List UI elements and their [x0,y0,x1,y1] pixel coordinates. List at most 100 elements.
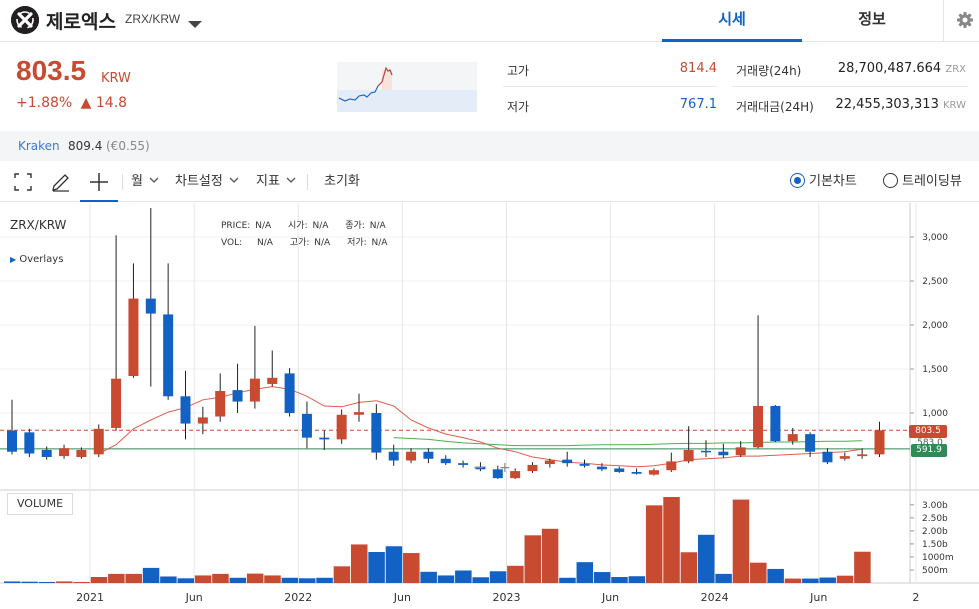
volume-bar [680,552,698,583]
volume-tick-label: 3.00b [922,501,948,511]
volume-bar [56,581,73,583]
candle-body [388,451,399,461]
volume-tick-label: 2.50b [922,514,948,524]
chart-toolbar: 월 차트설정 지표 초기화 기본차트 트레이딩뷰 [0,162,979,202]
chevron-down-icon[interactable] [188,14,202,33]
volume-bar [73,581,90,583]
volume-bar [212,573,229,583]
candle-body [284,373,295,413]
volume-bar [264,575,281,583]
crosshair-icon[interactable] [80,162,118,202]
volume-bar [611,577,628,583]
volume-bar [663,497,680,583]
volume-bar [472,577,489,583]
zoom-in-icon[interactable]: + [499,461,511,475]
candle-body [753,405,764,448]
volume-bar [194,575,212,583]
volume-bar [455,570,472,583]
high-label-chart: 고가: [289,238,310,248]
volume-bar [437,575,455,583]
candle-body [180,396,191,424]
volume-bar [142,567,160,583]
close-label: 종가: [345,221,365,231]
zoom-out-icon[interactable]: − [473,461,485,475]
tab-info[interactable]: 정보 [802,0,942,42]
indicators-label: 지표 [256,174,280,189]
candle-body [41,449,52,457]
close-value: N/A [369,221,386,231]
current-price: 803.5 [16,55,87,86]
volume-unit: ZRX [945,64,966,75]
volume-bar [38,581,56,583]
volume-bar [21,581,38,583]
volume-bar [593,572,611,583]
zoom-controls: − + [471,461,513,477]
ohlc-legend-row-2: VOL: N/A 고가: N/A 저가: N/A [221,235,387,248]
gear-icon[interactable] [943,0,979,42]
candle-body [544,460,555,465]
high-value: 814.4 [679,61,717,76]
y-tick-label: 2,000 [922,321,948,331]
volume-bar [489,571,507,583]
candle-body [839,456,850,459]
divider [307,174,308,190]
ma-short-line [98,386,863,468]
volume-bar [507,565,524,583]
volume-bar [819,577,836,583]
amount-value: 22,455,303,313 KRW [800,97,966,112]
candle-body [631,471,642,474]
candlesticks [7,207,885,479]
volume-tick-label: 1000m [922,553,954,563]
volume-bar [732,499,750,583]
volume-bar [351,544,368,583]
volume-bar [4,581,21,583]
price-chart[interactable]: 3,000 2,500 2,000 1,500 1,000 3.00b 2.50b 2.00b… [0,203,979,609]
volume-tick-label: 1.50b [922,540,948,550]
high-value-chart: N/A [314,238,331,248]
chart-settings-label: 차트설정 [175,174,223,189]
candle-body [267,377,278,384]
candle-body [371,413,382,453]
volume-bar [403,553,420,583]
candle-body [111,378,122,428]
basic-chart-label: 기본차트 [809,174,857,189]
price-unit: KRW [101,71,131,86]
vol-label: VOL: [221,238,243,248]
candle-body [874,430,885,455]
exchange-name[interactable]: Kraken [18,139,60,153]
pencil-icon[interactable] [50,162,72,202]
overlays-toggle[interactable]: ▶ Overlays [10,254,63,265]
candle-body [163,314,174,397]
basic-chart-radio[interactable]: 기본차트 [790,162,857,202]
exchange-price: 809.4 [68,139,103,153]
amount-unit: KRW [943,100,966,111]
volume-bar [541,528,559,583]
candle-body [787,434,798,442]
volume-title: VOLUME [7,493,73,515]
candle-body [596,466,607,470]
candle-body [197,417,208,424]
candle-body [614,468,625,472]
x-tick-label: 2023 [492,591,520,604]
candle-body [7,430,17,452]
fullscreen-icon[interactable] [13,162,33,202]
period-dropdown[interactable]: 월 [131,162,159,202]
volume-bar [767,568,784,583]
volume-value: 28,700,487.664 ZRX [800,61,966,76]
x-tick-label: Jun [185,591,203,604]
candle-body [319,437,330,440]
change-absolute: ▲ 14.8 [80,95,128,111]
candle-body [423,451,434,459]
y-tick-label: 3,000 [922,233,948,243]
tab-quote[interactable]: 시세 [662,0,802,42]
y-tick-label: 1,500 [922,365,948,375]
indicators-dropdown[interactable]: 지표 [256,162,296,202]
volume-bar [298,578,316,583]
chart-settings-dropdown[interactable]: 차트설정 [175,162,239,202]
ma-green-tag: 591.9 [911,444,947,457]
volume-bar [125,573,142,583]
volume-bar [333,566,351,583]
reset-button[interactable]: 초기화 [324,162,360,202]
tradingview-radio[interactable]: 트레이딩뷰 [883,162,962,202]
low-label: 저가 [507,100,530,114]
